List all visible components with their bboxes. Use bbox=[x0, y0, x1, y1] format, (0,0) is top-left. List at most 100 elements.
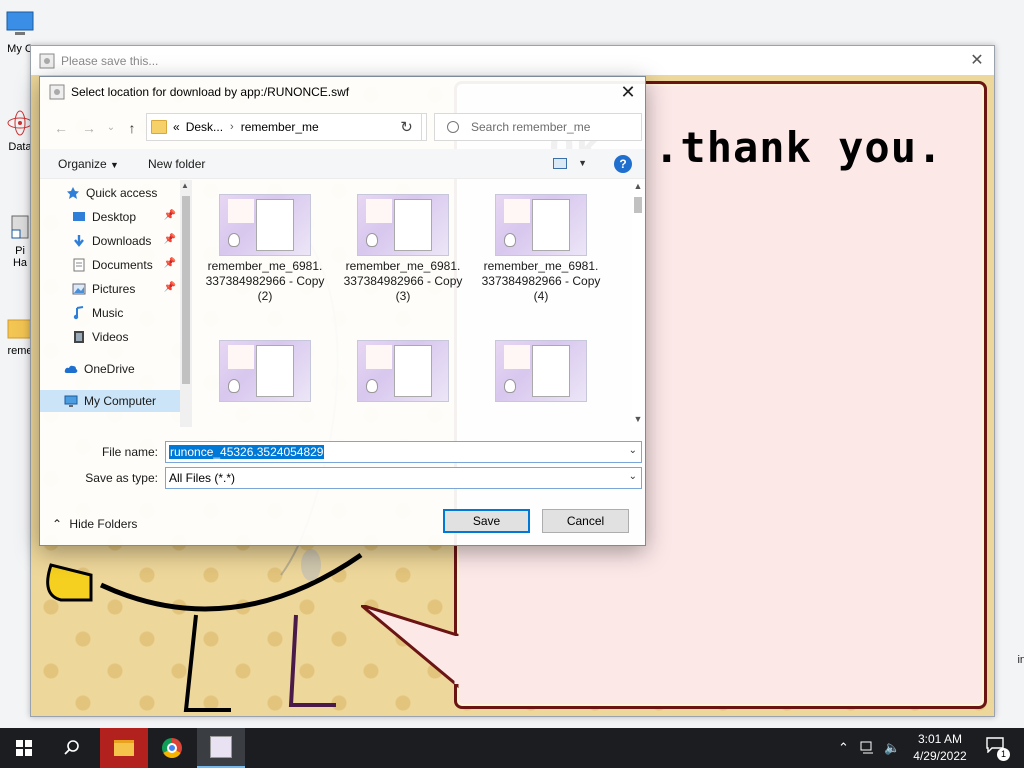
chrome-icon bbox=[162, 738, 182, 758]
chevron-up-icon[interactable]: ⌃ bbox=[838, 740, 849, 756]
breadcrumb-current[interactable]: remember_me bbox=[241, 120, 319, 134]
nav-item-label: Videos bbox=[92, 330, 129, 344]
dialog-fields: File name: runonce_45326.3524054829 ⌄ Sa… bbox=[40, 439, 645, 499]
chevron-right-icon: › bbox=[230, 121, 234, 133]
scroll-down-icon[interactable]: ▼ bbox=[632, 414, 644, 424]
dialog-toolbar: Organize ▼ New folder ▼ ? bbox=[40, 149, 645, 179]
file-name: remember_me_6981.337384982966 - Copy (3) bbox=[343, 259, 463, 303]
cancel-button[interactable]: Cancel bbox=[542, 509, 629, 533]
up-arrow-icon[interactable]: ↑ bbox=[123, 119, 141, 137]
volume-icon[interactable]: 🔈 bbox=[884, 740, 900, 756]
file-item[interactable] bbox=[481, 340, 601, 427]
file-item[interactable] bbox=[343, 340, 463, 427]
nav-item-documents[interactable]: Documents 📌 bbox=[40, 254, 180, 276]
taskbar-file-explorer[interactable] bbox=[100, 728, 148, 768]
breadcrumb-overflow[interactable]: « bbox=[173, 120, 180, 134]
picture-icon bbox=[72, 283, 86, 295]
organize-label: Organize bbox=[58, 157, 107, 171]
save-dialog[interactable]: Select location for download by app:/RUN… bbox=[39, 76, 646, 546]
search-placeholder: Search remember_me bbox=[471, 120, 591, 134]
nav-item-desktop[interactable]: Desktop 📌 bbox=[40, 206, 180, 228]
file-item[interactable]: remember_me_6981.337384982966 - Copy (3) bbox=[343, 194, 463, 324]
notification-badge: 1 bbox=[997, 748, 1010, 761]
file-list[interactable]: remember_me_6981.337384982966 - Copy (2)… bbox=[195, 180, 645, 427]
search-button[interactable] bbox=[48, 728, 96, 768]
file-item[interactable]: remember_me_6981.337384982966 - Copy (2) bbox=[205, 194, 325, 324]
save-type-row: Save as type: All Files (*.*) ⌄ bbox=[40, 467, 645, 489]
network-icon[interactable] bbox=[860, 741, 876, 755]
dialog-title: Select location for download by app:/RUN… bbox=[71, 85, 350, 99]
hide-folders-button[interactable]: ⌃ Hide Folders bbox=[52, 517, 137, 531]
pin-icon: 📌 bbox=[163, 210, 176, 221]
address-bar-row: ← → ⌄ ↑ « Desk... › remember_me ⌄ ↻ Sear… bbox=[40, 111, 645, 143]
nav-item-my-computer[interactable]: My Computer bbox=[40, 390, 180, 412]
file-name-row: File name: runonce_45326.3524054829 ⌄ bbox=[40, 441, 645, 463]
recent-locations-chevron-icon[interactable]: ⌄ bbox=[102, 119, 120, 137]
clock-date: 4/29/2022 bbox=[913, 749, 967, 763]
nav-item-downloads[interactable]: Downloads 📌 bbox=[40, 230, 180, 252]
flash-titlebar[interactable]: Please save this... bbox=[31, 46, 994, 75]
search-input[interactable]: Search remember_me bbox=[434, 113, 642, 141]
start-button[interactable] bbox=[0, 728, 48, 768]
view-options-button[interactable]: ▼ bbox=[553, 157, 591, 173]
nav-item-label: Desktop bbox=[92, 210, 137, 224]
search-icon bbox=[64, 740, 79, 755]
help-icon[interactable]: ? bbox=[614, 155, 632, 173]
flash-close-button[interactable]: ✕ bbox=[968, 52, 986, 70]
chevron-down-icon[interactable]: ⌄ bbox=[629, 445, 637, 456]
taskbar: ⌃ 🔈 3:01 AM 4/29/2022 1 bbox=[0, 728, 1024, 768]
file-thumbnail bbox=[495, 340, 587, 402]
file-name-label: File name: bbox=[101, 445, 158, 459]
pin-icon: 📌 bbox=[163, 234, 176, 245]
chevron-down-icon[interactable]: ⌄ bbox=[629, 471, 637, 482]
file-scrollbar[interactable]: ▲ ▼ bbox=[632, 180, 644, 427]
download-icon bbox=[74, 235, 84, 247]
nav-item-quick-access[interactable]: Quick access bbox=[40, 182, 180, 204]
file-thumbnail bbox=[357, 194, 449, 256]
nav-item-music[interactable]: Music bbox=[40, 302, 180, 324]
nav-item-label: Downloads bbox=[92, 234, 152, 248]
clock-time: 3:01 AM bbox=[917, 732, 963, 746]
file-thumbnail bbox=[219, 194, 311, 256]
taskbar-chrome[interactable] bbox=[148, 728, 196, 768]
file-name: remember_me_6981.337384982966 - Copy (2) bbox=[205, 259, 325, 303]
file-item[interactable]: remember_me_6981.337384982966 - Copy (4) bbox=[481, 194, 601, 324]
nav-scrollbar[interactable]: ▲ bbox=[180, 180, 192, 427]
chevron-up-icon: ⌃ bbox=[52, 517, 63, 531]
refresh-button[interactable]: ↻ bbox=[392, 113, 422, 141]
forward-arrow-icon[interactable]: → bbox=[80, 119, 98, 137]
hide-folders-label: Hide Folders bbox=[69, 517, 138, 531]
address-box[interactable]: « Desk... › remember_me ⌄ bbox=[146, 113, 427, 141]
nav-item-label: Music bbox=[92, 306, 124, 320]
pin-icon: 📌 bbox=[163, 282, 176, 293]
nav-item-onedrive[interactable]: OneDrive bbox=[40, 358, 180, 380]
clock[interactable]: 3:01 AM 4/29/2022 bbox=[910, 731, 970, 765]
file-thumbnail bbox=[495, 194, 587, 256]
save-type-select[interactable]: All Files (*.*) ⌄ bbox=[165, 467, 642, 489]
file-name-input[interactable]: runonce_45326.3524054829 ⌄ bbox=[165, 441, 642, 463]
nav-item-pictures[interactable]: Pictures 📌 bbox=[40, 278, 180, 300]
windows-logo-icon bbox=[16, 740, 32, 756]
nav-item-videos[interactable]: Videos bbox=[40, 326, 180, 348]
organize-button[interactable]: Organize ▼ bbox=[58, 157, 119, 171]
dialog-close-button[interactable]: ✕ bbox=[617, 81, 639, 103]
scroll-up-icon[interactable]: ▲ bbox=[181, 181, 189, 190]
folder-icon bbox=[114, 740, 134, 756]
scrollbar-thumb[interactable] bbox=[634, 197, 642, 213]
video-icon bbox=[74, 331, 84, 343]
search-icon bbox=[447, 121, 459, 133]
file-item[interactable] bbox=[205, 340, 325, 427]
save-button[interactable]: Save bbox=[443, 509, 530, 533]
notification-button[interactable]: 1 bbox=[986, 737, 1010, 761]
scrollbar-thumb[interactable] bbox=[182, 196, 190, 384]
scroll-up-icon[interactable]: ▲ bbox=[632, 181, 644, 191]
taskbar-flash-app[interactable] bbox=[197, 728, 245, 768]
music-icon bbox=[73, 306, 84, 320]
navigation-pane[interactable]: Quick access Desktop 📌 Downloads 📌 Docum… bbox=[40, 180, 192, 427]
dialog-titlebar[interactable]: Select location for download by app:/RUN… bbox=[40, 77, 645, 107]
flash-app-icon bbox=[210, 736, 232, 758]
flash-window-title: Please save this... bbox=[61, 53, 159, 68]
back-arrow-icon[interactable]: ← bbox=[52, 119, 70, 137]
new-folder-button[interactable]: New folder bbox=[148, 157, 205, 171]
breadcrumb-parent[interactable]: Desk... bbox=[186, 120, 223, 134]
